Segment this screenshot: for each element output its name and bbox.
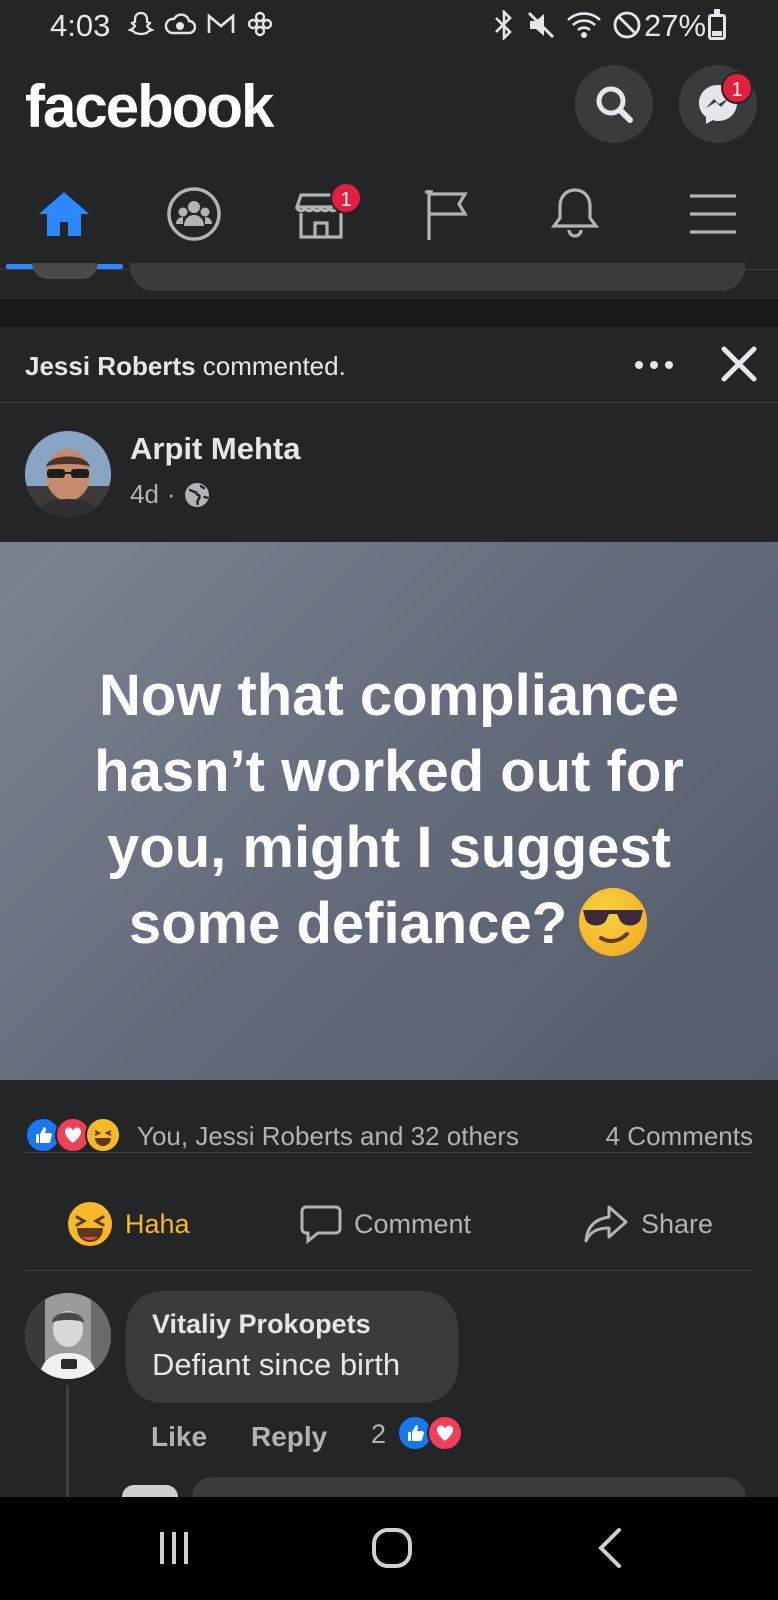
- top-nav: [0, 164, 778, 270]
- messenger-badge: 1: [721, 72, 753, 104]
- share-icon: [584, 1205, 628, 1243]
- tab-groups[interactable]: [149, 184, 239, 244]
- comments-count[interactable]: 4 Comments: [606, 1121, 753, 1152]
- commenter-photo: [25, 1293, 111, 1379]
- battery-fill: [712, 30, 722, 36]
- recent-apps-icon: [160, 1532, 188, 1564]
- globe-icon: [184, 482, 209, 507]
- comment-bubble[interactable]: Vitaliy Prokopets Defiant since birth: [126, 1291, 458, 1403]
- comment-button[interactable]: Comment: [300, 1197, 471, 1251]
- snapchat-icon: [128, 11, 154, 36]
- author-avatar[interactable]: [25, 431, 111, 517]
- menu-icon: [690, 194, 736, 234]
- android-nav-bar: [0, 1497, 778, 1600]
- post-age[interactable]: 4d: [130, 479, 159, 510]
- activity-text: Jessi Roberts commented.: [25, 351, 346, 382]
- hide-post-button[interactable]: [718, 343, 760, 385]
- status-left-icons: [128, 10, 274, 38]
- reaction-icons: [25, 1117, 121, 1153]
- mute-icon: [527, 11, 555, 39]
- battery-icon: [708, 9, 726, 40]
- composer-input[interactable]: [130, 263, 745, 291]
- comment-icon: [300, 1205, 342, 1245]
- divider: [25, 1152, 753, 1153]
- post-activity-header: Jessi Roberts commented.: [0, 327, 778, 403]
- haha-icon: [68, 1202, 112, 1246]
- haha-reaction-icon: [85, 1117, 121, 1153]
- groups-icon: [167, 187, 221, 241]
- share-label: Share: [641, 1208, 714, 1239]
- comment-like-button[interactable]: Like: [151, 1421, 207, 1453]
- tab-home[interactable]: [19, 184, 109, 244]
- bluetooth-icon: [495, 10, 512, 40]
- status-bar: 4:03 27%: [0, 0, 778, 52]
- wifi-icon: [567, 12, 601, 38]
- activity-action: commented.: [202, 351, 346, 381]
- comment-text: Defiant since birth: [152, 1347, 401, 1382]
- haha-button[interactable]: Haha: [67, 1197, 190, 1251]
- comment-label: Comment: [354, 1208, 472, 1239]
- share-button[interactable]: Share: [583, 1197, 713, 1251]
- bell-icon: [550, 188, 600, 238]
- post: Jessi Roberts commented. Arpit Mehta 4d …: [0, 327, 778, 1497]
- reply-bubble[interactable]: [192, 1477, 746, 1497]
- activity-actor[interactable]: Jessi Roberts: [25, 351, 196, 381]
- search-icon: [596, 86, 633, 123]
- recent-apps-button[interactable]: [144, 1523, 204, 1573]
- comment-reply-button[interactable]: Reply: [251, 1421, 327, 1453]
- settings-snowflake-icon: [247, 11, 273, 37]
- post-text-background[interactable]: Now that compliance hasn’t worked out fo…: [0, 542, 778, 1080]
- back-button[interactable]: [580, 1523, 640, 1573]
- author-photo: [25, 431, 111, 517]
- post-meta: 4d ·: [130, 479, 210, 510]
- composer-remnant: [0, 263, 778, 299]
- cloud-icon: [164, 13, 196, 35]
- home-circle-icon: [372, 1528, 412, 1568]
- feed-separator: [0, 299, 778, 327]
- flag-icon: [425, 190, 468, 240]
- search-button[interactable]: [575, 65, 653, 143]
- do-not-disturb-icon: [613, 11, 641, 39]
- post-text-block: Now that compliance hasn’t worked out fo…: [69, 658, 709, 964]
- tab-menu[interactable]: [668, 184, 758, 244]
- home-button[interactable]: [362, 1523, 422, 1573]
- reactions-summary[interactable]: You, Jessi Roberts and 32 others 4 Comme…: [25, 1117, 753, 1157]
- status-right-icons: [492, 10, 642, 40]
- divider: [25, 1270, 753, 1271]
- tab-notifications[interactable]: [530, 184, 620, 244]
- composer-avatar[interactable]: [32, 263, 98, 279]
- comment-avatar[interactable]: [25, 1293, 111, 1379]
- sunglasses-emoji-icon: [579, 887, 648, 956]
- status-time: 4:03: [50, 8, 111, 43]
- comment-author[interactable]: Vitaliy Prokopets: [152, 1309, 371, 1340]
- thread-line: [66, 1385, 69, 1497]
- post-actions: Haha Comment Share: [25, 1177, 753, 1271]
- facebook-logo[interactable]: facebook: [25, 72, 274, 141]
- comment-reaction-count[interactable]: 2: [371, 1419, 386, 1450]
- marketplace-badge: 1: [330, 182, 362, 214]
- more-options-button[interactable]: [632, 345, 676, 385]
- comment-reaction-icons[interactable]: [397, 1415, 463, 1451]
- tab-pages[interactable]: [402, 184, 492, 244]
- reactions-text: You, Jessi Roberts and 32 others: [137, 1121, 520, 1151]
- gmail-icon: [207, 13, 235, 33]
- love-reaction-icon: [427, 1415, 463, 1451]
- back-icon: [598, 1528, 621, 1568]
- meta-separator: ·: [166, 479, 176, 509]
- home-icon: [39, 192, 89, 236]
- reply-avatar[interactable]: [122, 1485, 178, 1497]
- battery-percent: 27%: [644, 8, 707, 43]
- app-header: facebook: [0, 52, 778, 164]
- haha-label: Haha: [125, 1208, 190, 1239]
- close-icon: [721, 346, 757, 382]
- author-name[interactable]: Arpit Mehta: [130, 431, 301, 467]
- more-icon: [635, 361, 673, 369]
